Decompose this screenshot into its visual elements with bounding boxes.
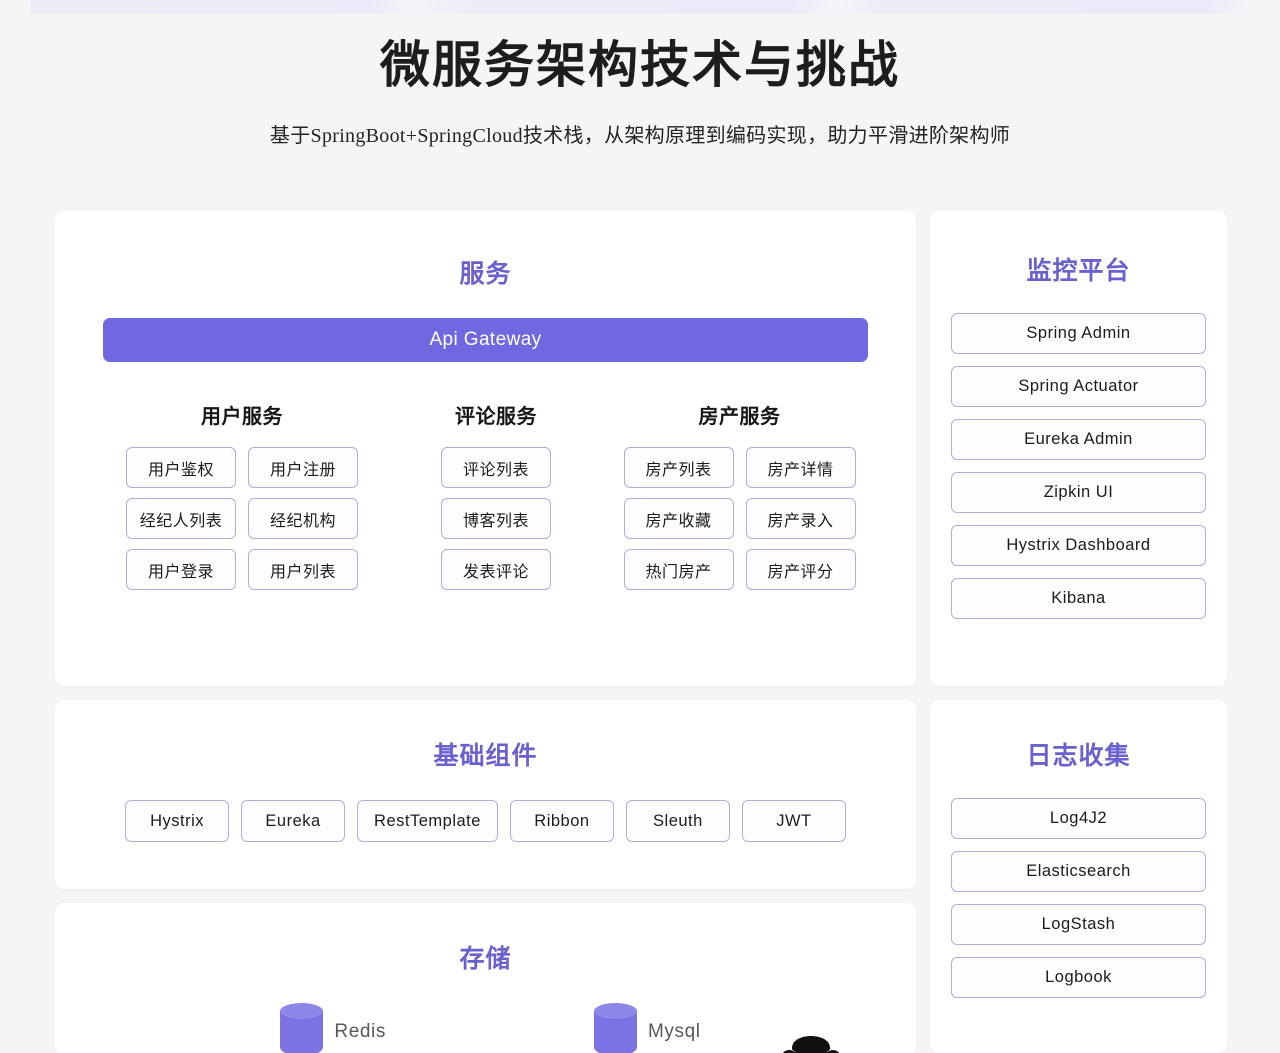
service-group-items: 评论列表 博客列表 发表评论 bbox=[440, 447, 552, 590]
component-chip[interactable]: Eureka bbox=[241, 800, 346, 842]
log-chip[interactable]: LogStash bbox=[951, 904, 1206, 945]
service-chip[interactable]: 发表评论 bbox=[441, 549, 551, 590]
monitor-chip[interactable]: Hystrix Dashboard bbox=[951, 525, 1206, 566]
service-chip[interactable]: 评论列表 bbox=[441, 447, 551, 488]
component-chip[interactable]: Ribbon bbox=[509, 800, 614, 842]
monitor-chip[interactable]: Zipkin UI bbox=[951, 472, 1206, 513]
service-chip[interactable]: 热门房产 bbox=[623, 549, 734, 590]
service-chip[interactable]: 用户鉴权 bbox=[126, 447, 236, 488]
service-chip[interactable]: 经纪人列表 bbox=[126, 498, 236, 539]
components-card: 基础组件 Hystrix Eureka RestTemplate Ribbon … bbox=[55, 700, 916, 889]
service-chip[interactable]: 用户登录 bbox=[126, 549, 236, 590]
service-group-user: 用户服务 用户鉴权 用户注册 经纪人列表 经纪机构 用户登录 用户列表 bbox=[103, 400, 381, 590]
monitor-chip[interactable]: Spring Admin bbox=[951, 313, 1206, 354]
page-subtitle: 基于SpringBoot+SpringCloud技术栈，从架构原理到编码实现，助… bbox=[269, 124, 1011, 147]
service-group-items: 用户鉴权 用户注册 经纪人列表 经纪机构 用户登录 用户列表 bbox=[122, 447, 362, 590]
service-chip[interactable]: 经纪机构 bbox=[248, 498, 358, 539]
component-chip[interactable]: RestTemplate bbox=[357, 800, 498, 842]
services-title: 服务 bbox=[459, 260, 512, 288]
service-group-title: 房产服务 bbox=[698, 406, 781, 428]
left-column: 服务 Api Gateway 用户服务 用户鉴权 用户注册 经纪人列表 经纪机构… bbox=[55, 211, 916, 1053]
page-header: 微服务架构技术与挑战 基于SpringBoot+SpringCloud技术栈，从… bbox=[0, 0, 1280, 148]
monitor-card: 监控平台 Spring Admin Spring Actuator Eureka… bbox=[930, 211, 1227, 686]
component-chip[interactable]: Hystrix bbox=[125, 800, 230, 842]
components-title: 基础组件 bbox=[433, 742, 538, 770]
component-chip[interactable]: JWT bbox=[741, 800, 846, 842]
service-chip[interactable]: 房产收藏 bbox=[623, 498, 734, 539]
logs-items: Log4J2 Elasticsearch LogStash Logbook bbox=[951, 798, 1206, 998]
log-chip[interactable]: Log4J2 bbox=[951, 798, 1206, 839]
monitor-chip[interactable]: Kibana bbox=[951, 578, 1206, 619]
components-items: Hystrix Eureka RestTemplate Ribbon Sleut… bbox=[103, 800, 868, 842]
storage-item-label: Redis bbox=[334, 1020, 386, 1042]
page-title: 微服务架构技术与挑战 bbox=[380, 37, 900, 93]
right-column: 监控平台 Spring Admin Spring Actuator Eureka… bbox=[930, 211, 1227, 1053]
service-chip[interactable]: 用户注册 bbox=[248, 447, 358, 488]
database-cylinder-icon bbox=[280, 1003, 324, 1053]
architecture-board: 服务 Api Gateway 用户服务 用户鉴权 用户注册 经纪人列表 经纪机构… bbox=[55, 211, 1227, 1053]
component-chip[interactable]: Sleuth bbox=[625, 800, 730, 842]
service-group-title: 评论服务 bbox=[455, 406, 537, 428]
database-cylinder-icon bbox=[593, 1003, 637, 1053]
storage-items: Redis Mysql bbox=[103, 1003, 868, 1053]
service-group-items: 房产列表 房产详情 房产收藏 房产录入 热门房产 房产评分 bbox=[620, 447, 860, 590]
service-chip[interactable]: 房产录入 bbox=[745, 498, 856, 539]
api-gateway-bar[interactable]: Api Gateway bbox=[103, 318, 868, 362]
storage-item[interactable]: Mysql bbox=[593, 1003, 701, 1053]
log-chip[interactable]: Elasticsearch bbox=[951, 851, 1206, 892]
services-card: 服务 Api Gateway 用户服务 用户鉴权 用户注册 经纪人列表 经纪机构… bbox=[55, 211, 916, 686]
service-chip[interactable]: 房产评分 bbox=[745, 549, 856, 590]
monitor-chip[interactable]: Eureka Admin bbox=[951, 419, 1206, 460]
logs-title: 日志收集 bbox=[1026, 742, 1131, 770]
top-truncated-band bbox=[30, 0, 1250, 14]
monitor-items: Spring Admin Spring Actuator Eureka Admi… bbox=[951, 313, 1206, 619]
service-groups: 用户服务 用户鉴权 用户注册 经纪人列表 经纪机构 用户登录 用户列表 评论服务 bbox=[103, 400, 868, 590]
monitor-title: 监控平台 bbox=[1026, 257, 1131, 285]
storage-title: 存储 bbox=[459, 945, 512, 973]
log-chip[interactable]: Logbook bbox=[951, 957, 1206, 998]
page-root: 微服务架构技术与挑战 基于SpringBoot+SpringCloud技术栈，从… bbox=[0, 0, 1280, 1053]
service-chip[interactable]: 用户列表 bbox=[248, 549, 358, 590]
service-chip[interactable]: 房产详情 bbox=[745, 447, 856, 488]
service-group-title: 用户服务 bbox=[201, 406, 283, 428]
logs-card: 日志收集 Log4J2 Elasticsearch LogStash Logbo… bbox=[930, 700, 1227, 1053]
service-group-house: 房产服务 房产列表 房产详情 房产收藏 房产录入 热门房产 房产评分 bbox=[611, 400, 868, 590]
storage-item-label: Mysql bbox=[647, 1020, 701, 1042]
author-avatar-watermark-icon bbox=[772, 1022, 850, 1053]
service-chip[interactable]: 房产列表 bbox=[623, 447, 734, 488]
storage-item[interactable]: Redis bbox=[280, 1003, 386, 1053]
service-group-comment: 评论服务 评论列表 博客列表 发表评论 bbox=[381, 400, 611, 590]
monitor-chip[interactable]: Spring Actuator bbox=[951, 366, 1206, 407]
service-chip[interactable]: 博客列表 bbox=[441, 498, 551, 539]
